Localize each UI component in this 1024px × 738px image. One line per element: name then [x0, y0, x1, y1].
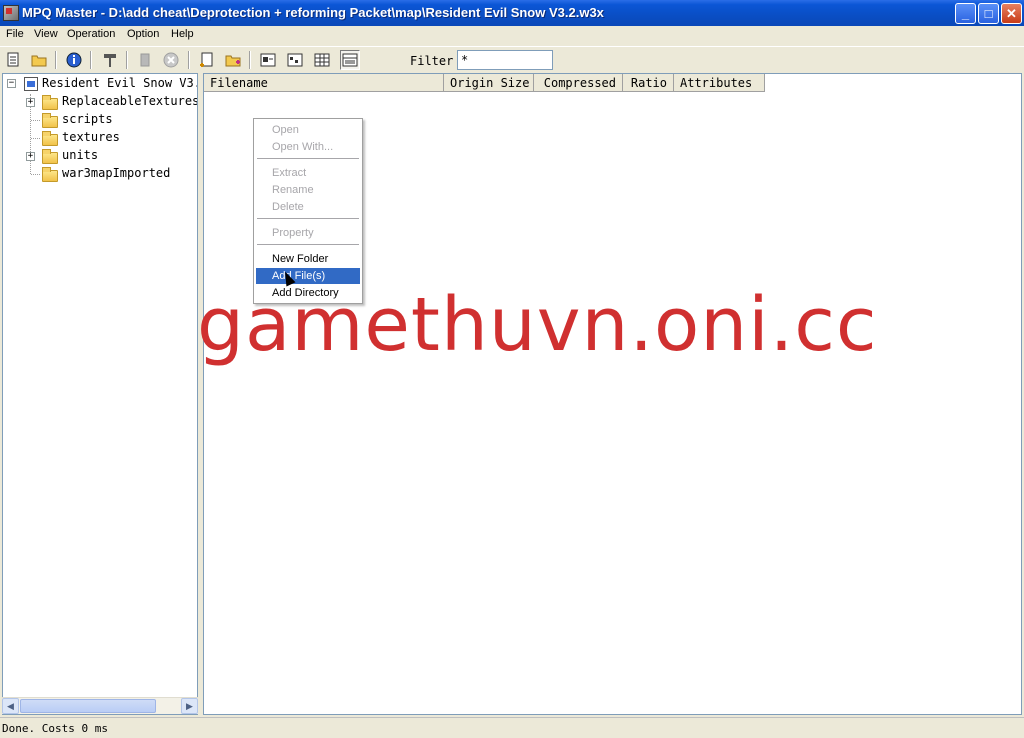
maximize-button[interactable]: □: [978, 3, 999, 24]
view-details-icon[interactable]: [340, 50, 360, 70]
filter-input[interactable]: [457, 50, 553, 70]
ctx-add-directory[interactable]: Add Directory: [256, 285, 360, 301]
column-compressed[interactable]: Compressed: [534, 74, 623, 92]
column-origin-size[interactable]: Origin Size: [444, 74, 534, 92]
ctx-new-folder[interactable]: New Folder: [256, 251, 360, 267]
column-attributes[interactable]: Attributes: [674, 74, 765, 92]
tree-root-label: Resident Evil Snow V3.: [42, 76, 198, 90]
column-filename[interactable]: Filename: [204, 74, 444, 92]
tree-item-label: units: [62, 148, 99, 162]
expand-icon[interactable]: +: [26, 152, 35, 161]
new-archive-icon[interactable]: [3, 50, 23, 70]
folder-icon: [42, 167, 58, 182]
folder-icon: [42, 131, 58, 146]
minimize-button[interactable]: _: [955, 3, 976, 24]
ctx-open-with[interactable]: Open With...: [256, 139, 360, 155]
title-bar[interactable]: MPQ Master - D:\add cheat\Deprotection +…: [0, 0, 1024, 26]
tree-item-replaceabletextures[interactable]: + ReplaceableTextures: [5, 93, 198, 111]
folder-icon: [42, 95, 58, 110]
view-small-icon[interactable]: [285, 50, 305, 70]
scroll-right-icon[interactable]: ▶: [181, 698, 198, 714]
ctx-property[interactable]: Property: [256, 225, 360, 241]
tree-root[interactable]: − Resident Evil Snow V3.: [5, 75, 198, 93]
cancel-icon[interactable]: [161, 50, 181, 70]
ctx-rename[interactable]: Rename: [256, 182, 360, 198]
tree-item-label: textures: [62, 130, 120, 144]
tree-item-label: scripts: [62, 112, 113, 126]
filter-label: Filter: [410, 54, 454, 68]
menu-operation[interactable]: Operation: [67, 28, 115, 40]
menu-option[interactable]: Option: [127, 28, 159, 40]
close-button[interactable]: ✕: [1001, 3, 1022, 24]
map-file-icon: [24, 77, 38, 91]
menu-help[interactable]: Help: [171, 28, 194, 40]
menu-file[interactable]: File: [6, 28, 24, 40]
column-ratio[interactable]: Ratio: [623, 74, 674, 92]
stop-icon[interactable]: [135, 50, 155, 70]
status-bar: Done. Costs 0 ms: [0, 717, 1024, 738]
toolbar: Filter: [0, 46, 1024, 73]
folder-icon: [42, 149, 58, 164]
collapse-icon[interactable]: −: [7, 79, 16, 88]
folder-icon: [42, 113, 58, 128]
menu-bar: File View Operation Option Help: [0, 26, 1024, 44]
tree-item-war3mapimported[interactable]: war3mapImported: [5, 165, 197, 183]
status-text: Done. Costs 0 ms: [2, 722, 108, 735]
ctx-add-files[interactable]: Add File(s): [256, 268, 360, 284]
tree-horizontal-scrollbar[interactable]: ◀ ▶: [2, 697, 198, 714]
tree-item-label: ReplaceableTextures: [62, 94, 198, 108]
open-folder-icon[interactable]: [29, 50, 49, 70]
tree-item-scripts[interactable]: scripts: [5, 111, 197, 129]
scroll-thumb[interactable]: [20, 699, 156, 713]
new-file-icon[interactable]: [197, 50, 217, 70]
tree-item-label: war3mapImported: [62, 166, 171, 180]
ctx-open[interactable]: Open: [256, 122, 360, 138]
scroll-left-icon[interactable]: ◀: [2, 698, 19, 714]
info-icon[interactable]: [64, 50, 84, 70]
add-folder-icon[interactable]: [223, 50, 243, 70]
ctx-extract[interactable]: Extract: [256, 165, 360, 181]
tree-item-units[interactable]: + units: [5, 147, 197, 165]
view-large-icon[interactable]: [258, 50, 278, 70]
tree-item-textures[interactable]: textures: [5, 129, 197, 147]
view-list-icon[interactable]: [312, 50, 332, 70]
ctx-delete[interactable]: Delete: [256, 199, 360, 215]
tools-icon[interactable]: [100, 50, 120, 70]
app-icon[interactable]: [3, 5, 19, 21]
menu-view[interactable]: View: [34, 28, 58, 40]
expand-icon[interactable]: +: [26, 98, 35, 107]
window-title: MPQ Master - D:\add cheat\Deprotection +…: [22, 5, 604, 20]
folder-tree[interactable]: − Resident Evil Snow V3. + ReplaceableTe…: [2, 73, 198, 715]
context-menu: Open Open With... Extract Rename Delete …: [253, 118, 363, 304]
